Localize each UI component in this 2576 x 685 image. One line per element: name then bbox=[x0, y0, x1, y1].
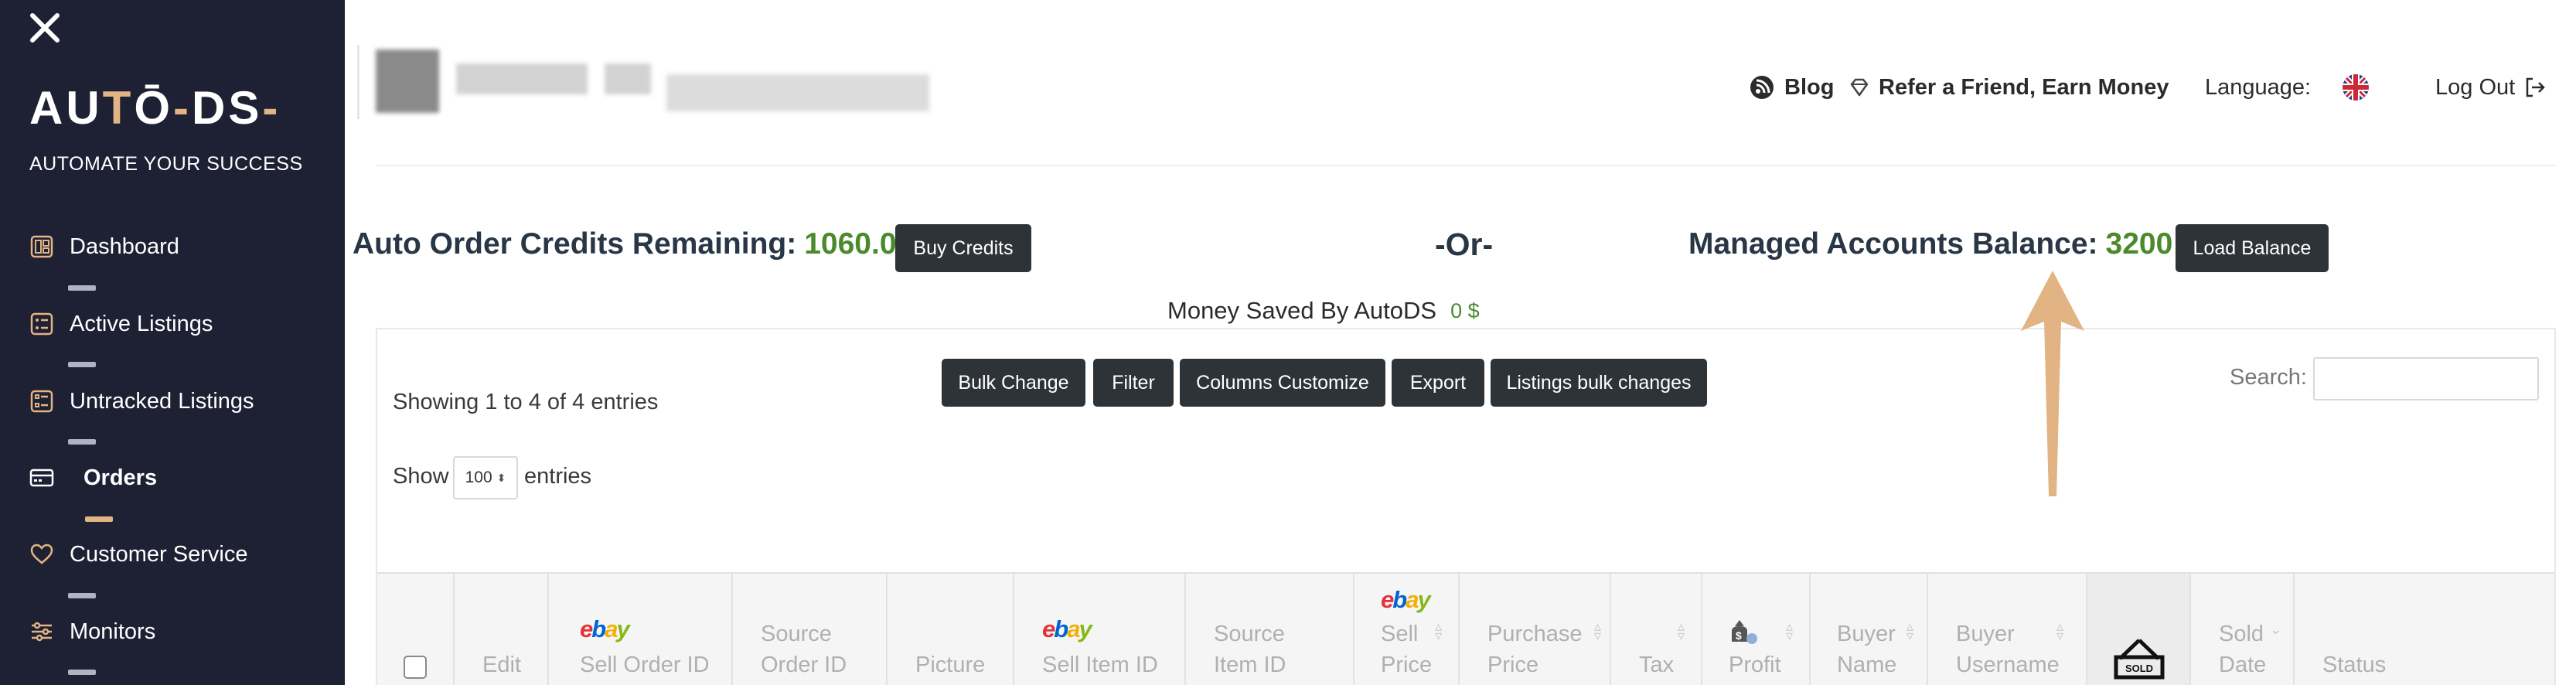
header-separator bbox=[376, 165, 2556, 166]
sidebar-divider bbox=[68, 670, 96, 675]
column-header-buyer-name[interactable]: Buyer Name ▵ ▿ bbox=[1811, 574, 1928, 685]
columns-customize-button[interactable]: Columns Customize bbox=[1180, 359, 1385, 407]
bulk-change-button[interactable]: Bulk Change bbox=[942, 359, 1085, 407]
sort-icon: ▵ ▿ bbox=[2056, 619, 2064, 643]
refer-friend-link[interactable]: Refer a Friend, Earn Money bbox=[1849, 71, 2169, 104]
logo-tagline: AUTOMATE YOUR SUCCESS bbox=[29, 153, 303, 175]
search-input[interactable] bbox=[2313, 357, 2539, 400]
heart-icon bbox=[29, 542, 54, 567]
annotation-arrow bbox=[2021, 271, 2084, 496]
listings-bulk-changes-button[interactable]: Listings bulk changes bbox=[1491, 359, 1707, 407]
managed-accounts-balance: Managed Accounts Balance: 3200 ? bbox=[1688, 224, 2206, 264]
svg-text:$: $ bbox=[1736, 629, 1742, 642]
column-header-tax[interactable]: Tax ▵ ▿ bbox=[1611, 574, 1702, 685]
autods-logo[interactable]: AU T Ō - DS - bbox=[29, 80, 281, 135]
sidebar-divider bbox=[68, 593, 96, 598]
select-all-checkbox[interactable] bbox=[404, 656, 427, 679]
sidebar-item-label: Dashboard bbox=[70, 233, 179, 259]
table-header: Edit ebay Sell Order ID Source Order ID … bbox=[377, 572, 2554, 685]
diamond-icon bbox=[1849, 77, 1869, 97]
or-separator: -Or- bbox=[1435, 226, 1494, 262]
select-all-column bbox=[377, 574, 455, 685]
auto-order-credits-value: 1060.0 bbox=[804, 227, 897, 261]
language-label: Language: bbox=[2205, 74, 2312, 100]
ebay-logo: ebay bbox=[580, 615, 630, 642]
load-balance-button[interactable]: Load Balance bbox=[2176, 224, 2329, 272]
column-header-sell-price[interactable]: ebay Sell Price ▵ ▿ bbox=[1354, 574, 1460, 685]
sidebar-divider bbox=[68, 439, 96, 445]
column-header-source-item-id[interactable]: Source Item ID bbox=[1186, 574, 1354, 685]
sidebar-divider bbox=[68, 285, 96, 291]
sort-icon: ▵ ▿ bbox=[1906, 619, 1914, 643]
search-label: Search: bbox=[2230, 365, 2307, 390]
sidebar-item-active-listings[interactable]: Active Listings bbox=[29, 306, 213, 342]
blog-link[interactable]: Blog bbox=[1749, 71, 1834, 104]
column-header-purchase-price[interactable]: Purchase Price ▵ ▿ bbox=[1460, 574, 1611, 685]
entries-label: entries bbox=[524, 464, 592, 489]
svg-text:SOLD: SOLD bbox=[2125, 663, 2153, 674]
column-header-profit[interactable]: $ Profit ▵ ▿ bbox=[1702, 574, 1811, 685]
sidebar: AU T Ō - DS - AUTOMATE YOUR SUCCESS Dashboard… bbox=[0, 0, 345, 685]
column-header-source-order-id[interactable]: Source Order ID bbox=[733, 574, 888, 685]
active-indicator bbox=[85, 516, 113, 522]
ebay-logo: ebay bbox=[1042, 615, 1092, 642]
money-saved-value: 0 $ bbox=[1450, 298, 1480, 322]
export-button[interactable]: Export bbox=[1392, 359, 1484, 407]
logout-button[interactable]: Log Out bbox=[2435, 71, 2546, 104]
sidebar-item-monitors[interactable]: Monitors bbox=[29, 614, 155, 649]
entries-info: Showing 1 to 4 of 4 entries bbox=[393, 390, 659, 414]
sort-icon: ▵ ▿ bbox=[1435, 619, 1443, 643]
column-header-edit[interactable]: Edit bbox=[455, 574, 549, 685]
sort-icon: ▵ ▿ bbox=[1678, 619, 1685, 643]
buy-credits-button[interactable]: Buy Credits bbox=[895, 224, 1031, 272]
listings-icon bbox=[29, 312, 54, 336]
sidebar-item-label: Customer Service bbox=[70, 541, 248, 567]
column-header-sell-order-id[interactable]: ebay Sell Order ID bbox=[549, 574, 733, 685]
sold-sign-icon: SOLD bbox=[2114, 637, 2165, 684]
sidebar-item-label: Monitors bbox=[70, 619, 156, 644]
orders-icon bbox=[29, 465, 54, 490]
uk-flag-icon[interactable] bbox=[2343, 74, 2369, 101]
header-divider bbox=[357, 45, 359, 119]
sort-desc-icon: ⌄ bbox=[2270, 622, 2282, 637]
sidebar-item-dashboard[interactable]: Dashboard bbox=[29, 229, 179, 264]
column-header-picture[interactable]: Picture bbox=[888, 574, 1014, 685]
sliders-icon bbox=[29, 619, 54, 644]
managed-balance-value: 3200 bbox=[2105, 227, 2173, 261]
column-header-sold-date[interactable]: Sold Date ⌄ bbox=[2191, 574, 2295, 685]
dashboard-icon bbox=[29, 234, 54, 259]
ebay-logo: ebay bbox=[1381, 586, 1431, 613]
money-saved: Money Saved By AutoDS 0 $ bbox=[1167, 297, 1480, 324]
sort-icon: ▵ ▿ bbox=[1594, 619, 1602, 643]
sidebar-item-orders[interactable]: Orders bbox=[29, 460, 157, 496]
entries-per-page-select[interactable]: 100 ⬍ bbox=[453, 456, 518, 499]
sidebar-divider bbox=[68, 362, 96, 367]
sort-icon: ▵ ▿ bbox=[1786, 619, 1794, 643]
auto-order-credits: Auto Order Credits Remaining: 1060.0 ? bbox=[353, 224, 929, 264]
close-sidebar-button[interactable] bbox=[28, 11, 62, 45]
untracked-icon bbox=[29, 389, 54, 414]
sidebar-item-label: Untracked Listings bbox=[70, 388, 254, 414]
column-header-status[interactable]: Status bbox=[2295, 574, 2554, 685]
column-header-buyer-username[interactable]: Buyer Username ▵ ▿ bbox=[1928, 574, 2087, 685]
blog-icon bbox=[1749, 74, 1775, 101]
filter-button[interactable]: Filter bbox=[1093, 359, 1174, 407]
column-header-sold-icon[interactable]: SOLD bbox=[2087, 574, 2191, 685]
select-arrow-icon: ⬍ bbox=[496, 471, 506, 484]
show-label: Show bbox=[393, 464, 449, 489]
sidebar-item-untracked-listings[interactable]: Untracked Listings bbox=[29, 383, 254, 419]
sidebar-item-label: Orders bbox=[83, 465, 158, 490]
money-bag-icon: $ bbox=[1729, 617, 1760, 649]
sidebar-item-label: Active Listings bbox=[70, 311, 213, 336]
column-header-sell-item-id[interactable]: ebay Sell Item ID bbox=[1014, 574, 1186, 685]
close-icon bbox=[30, 13, 60, 43]
sidebar-item-customer-service[interactable]: Customer Service bbox=[29, 537, 247, 572]
logout-icon bbox=[2524, 77, 2546, 98]
